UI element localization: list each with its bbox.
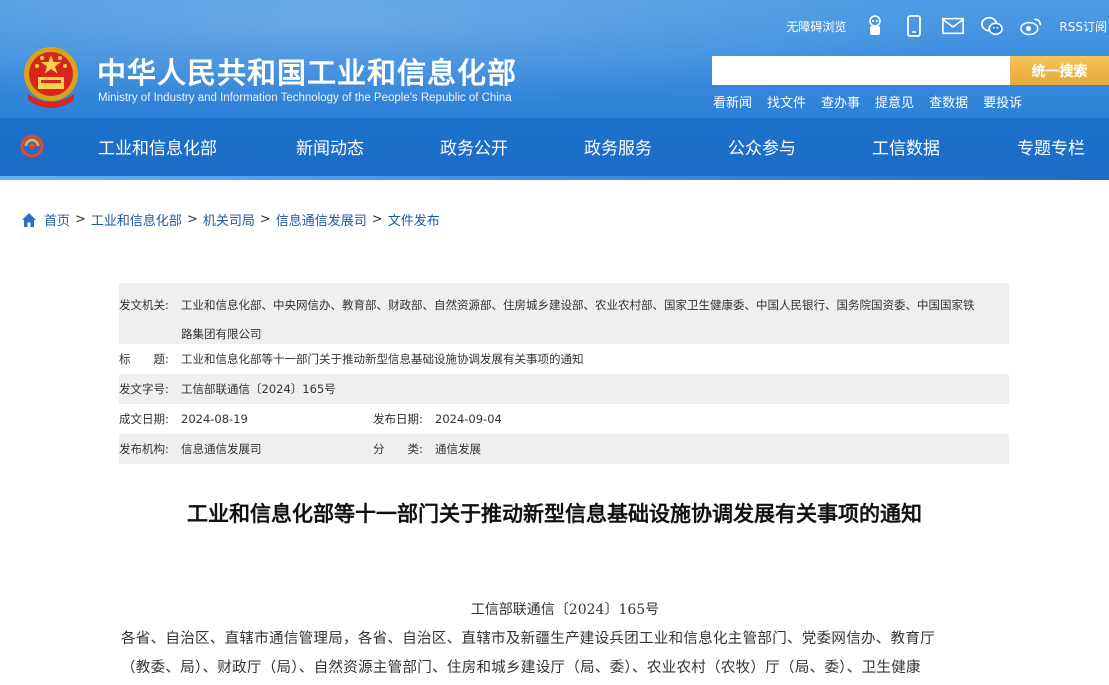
document-meta-table: 发文机关: 工业和信息化部、中央网信办、教育部、财政部、自然资源部、住房城乡建设… <box>119 283 1009 464</box>
issuer-value: 工业和信息化部、中央网信办、教育部、财政部、自然资源部、住房城乡建设部、农业农村… <box>181 291 1009 344</box>
article-body-line-2: （教委、局）、财政厅（局）、自然资源主管部门、住房和城乡建设厅（局、委）、农业农… <box>121 660 921 676</box>
rss-link[interactable]: RSS订阅 <box>1059 18 1107 35</box>
meta-row-docno: 发文字号: 工信部联通信〔2024〕165号 <box>119 374 1009 404</box>
breadcrumb-separator: > <box>186 212 198 227</box>
top-links: 无障碍浏览 RSS订阅 <box>786 12 1109 40</box>
nav-item-ministry[interactable]: 工业和信息化部 <box>98 134 217 159</box>
wechat-icon[interactable] <box>981 15 1004 37</box>
national-emblem-icon <box>24 47 78 108</box>
accessibility-link[interactable]: 无障碍浏览 <box>786 18 846 35</box>
nav-item-topics[interactable]: 专题专栏 <box>1017 134 1085 159</box>
breadcrumb-separator: > <box>75 212 86 227</box>
breadcrumb-departments[interactable]: 机关司局 <box>203 210 255 229</box>
miit-logo-icon[interactable] <box>20 134 44 158</box>
created-value: 2024-08-19 <box>181 412 248 426</box>
quick-link-complaint[interactable]: 要投诉 <box>983 92 1022 111</box>
breadcrumb-separator: > <box>259 212 271 227</box>
weibo-icon[interactable] <box>1020 15 1042 37</box>
article-doc-number: 工信部联通信〔2024〕165号 <box>470 602 660 618</box>
nav-item-data[interactable]: 工信数据 <box>872 134 940 159</box>
breadcrumb-telecom-dept[interactable]: 信息通信发展司 <box>276 210 367 229</box>
quick-link-files[interactable]: 找文件 <box>767 92 806 111</box>
home-icon <box>22 212 36 227</box>
article-body-line-1: 各省、自治区、直辖市通信管理局，各省、自治区、直辖市及新疆生产建设兵团工业和信息… <box>121 631 935 647</box>
title-label: 标 题: <box>119 352 169 366</box>
category-value: 通信发展 <box>435 442 481 456</box>
docno-label: 发文字号: <box>119 382 169 396</box>
breadcrumb-separator: > <box>371 212 383 227</box>
category-label: 分 类: <box>373 442 423 456</box>
docno-value: 工信部联通信〔2024〕165号 <box>181 382 336 396</box>
site-subtitle: Ministry of Industry and Information Tec… <box>98 92 512 104</box>
nav-item-news[interactable]: 新闻动态 <box>296 134 364 159</box>
article-title: 工业和信息化部等十一部门关于推动新型信息基础设施协调发展有关事项的通知 <box>187 502 922 526</box>
meta-row-issuer: 发文机关: 工业和信息化部、中央网信办、教育部、财政部、自然资源部、住房城乡建设… <box>119 283 1009 344</box>
breadcrumb: 首页 > 工业和信息化部 > 机关司局 > 信息通信发展司 > 文件发布 <box>21 210 440 229</box>
site-header: 中华人民共和国工业和信息化部 Ministry of Industry and … <box>0 0 1109 180</box>
main-nav: 工业和信息化部 新闻动态 政务公开 政务服务 公众参与 工信数据 专题专栏 <box>0 118 1109 176</box>
meta-row-dates: 成文日期: 2024-08-19 发布日期: 2024-09-04 <box>119 404 1009 434</box>
meta-row-org: 发布机构: 信息通信发展司 分 类: 通信发展 <box>119 434 1009 464</box>
mobile-icon[interactable] <box>903 15 925 37</box>
site-title: 中华人民共和国工业和信息化部 <box>97 56 518 90</box>
nav-item-public-participation[interactable]: 公众参与 <box>728 134 796 159</box>
meta-row-title: 标 题: 工业和信息化部等十一部门关于推动新型信息基础设施协调发展有关事项的通知 <box>119 344 1009 374</box>
published-label: 发布日期: <box>373 412 423 426</box>
breadcrumb-home[interactable]: 首页 <box>44 210 70 229</box>
created-label: 成文日期: <box>119 412 169 426</box>
nav-item-gov-affairs[interactable]: 政务公开 <box>440 134 508 159</box>
quick-link-news[interactable]: 看新闻 <box>713 92 752 111</box>
nav-item-gov-services[interactable]: 政务服务 <box>584 134 652 159</box>
issuer-line-2: 路集团有限公司 <box>181 327 262 341</box>
quick-link-services[interactable]: 查办事 <box>821 92 860 111</box>
search-input[interactable] <box>712 56 1010 85</box>
published-value: 2024-09-04 <box>435 412 502 426</box>
robot-icon[interactable] <box>864 15 886 37</box>
title-value: 工业和信息化部等十一部门关于推动新型信息基础设施协调发展有关事项的通知 <box>181 352 584 366</box>
search-button[interactable]: 统一搜索 <box>1010 56 1109 85</box>
mail-icon[interactable] <box>942 15 965 37</box>
issuer-label: 发文机关: <box>119 298 169 312</box>
quick-link-data[interactable]: 查数据 <box>929 92 968 111</box>
org-value: 信息通信发展司 <box>181 442 262 456</box>
breadcrumb-ministry[interactable]: 工业和信息化部 <box>91 210 182 229</box>
quick-link-feedback[interactable]: 提意见 <box>875 92 914 111</box>
quick-links: 看新闻 找文件 查办事 提意见 查数据 要投诉 <box>713 92 1037 111</box>
issuer-line-1: 工业和信息化部、中央网信办、教育部、财政部、自然资源部、住房城乡建设部、农业农村… <box>181 298 975 312</box>
org-label: 发布机构: <box>119 442 169 456</box>
breadcrumb-documents[interactable]: 文件发布 <box>388 210 440 229</box>
